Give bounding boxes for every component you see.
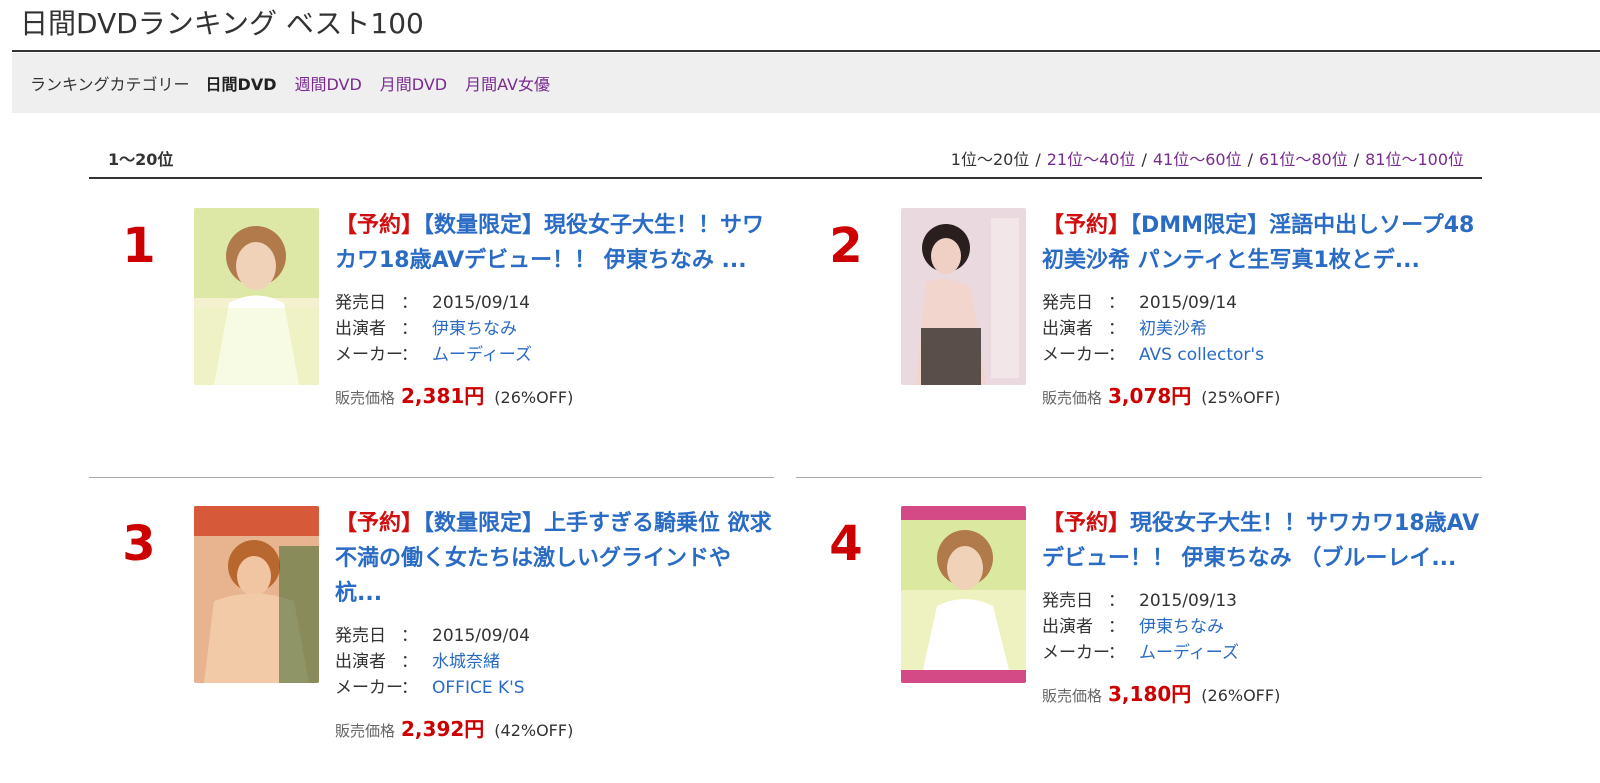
meta-colon: ： xyxy=(1108,617,1125,637)
release-label: 発売日 xyxy=(335,293,386,313)
meta-colon: ： xyxy=(1108,591,1125,611)
cast-link[interactable]: 初美沙希 xyxy=(1139,319,1207,339)
maker-label: メーカー xyxy=(1042,345,1110,365)
reserve-tag: 【予約】 xyxy=(335,213,424,238)
meta-colon: ： xyxy=(401,678,418,698)
category-link-monthly-av-actress[interactable]: 月間AV女優 xyxy=(465,71,550,95)
rank-number: 2 xyxy=(829,218,863,274)
release-date: 2015/09/04 xyxy=(432,626,530,646)
pager-link-21-40[interactable]: 21位〜40位 xyxy=(1047,150,1136,169)
price-label: 販売価格 xyxy=(335,389,396,407)
meta-colon: ： xyxy=(1108,319,1125,339)
product-meta: 発売日： 2015/09/14 出演者：伊東ちなみ メーカー： ムーディーズ xyxy=(335,290,775,368)
meta-colon: ： xyxy=(1108,293,1125,313)
price-row: 販売価格 3,180円 (26%OFF) xyxy=(1042,678,1482,707)
category-label: ランキングカテゴリー xyxy=(30,75,190,94)
maker-label: メーカー xyxy=(1042,643,1110,663)
cast-label: 出演者 xyxy=(335,652,386,672)
pager-current: 1位〜20位 xyxy=(950,150,1030,169)
range-title: 1〜20位 xyxy=(108,150,174,169)
rank-number: 3 xyxy=(122,516,156,572)
maker-label: メーカー xyxy=(335,678,403,698)
release-date: 2015/09/14 xyxy=(432,293,530,313)
range-divider xyxy=(89,177,1482,179)
product-meta: 発売日： 2015/09/13 出演者：伊東ちなみ メーカー： ムーディーズ xyxy=(1042,588,1482,666)
reserve-tag: 【予約】 xyxy=(1042,213,1131,238)
meta-colon: ： xyxy=(1108,345,1125,365)
price-row: 販売価格 2,392円 (42%OFF) xyxy=(335,713,775,742)
pager-link-81-100[interactable]: 81位〜100位 xyxy=(1365,150,1464,169)
cast-link[interactable]: 水城奈緒 xyxy=(432,652,500,672)
pager-separator: / xyxy=(1035,150,1041,169)
pager-separator: / xyxy=(1247,150,1253,169)
price-value: 2,392円 xyxy=(401,717,485,741)
product-cover-image xyxy=(901,208,1026,385)
product-thumbnail[interactable] xyxy=(901,506,1026,683)
price-value: 3,078円 xyxy=(1108,384,1192,408)
price-row: 販売価格 3,078円 (25%OFF) xyxy=(1042,380,1482,409)
product-meta: 発売日： 2015/09/14 出演者：初美沙希 メーカー： AVS collect… xyxy=(1042,290,1482,368)
pager-link-61-80[interactable]: 61位〜80位 xyxy=(1259,150,1348,169)
cast-label: 出演者 xyxy=(1042,617,1093,637)
price-label: 販売価格 xyxy=(335,722,396,740)
discount-badge: (26%OFF) xyxy=(494,388,574,407)
cast-link[interactable]: 伊東ちなみ xyxy=(1139,617,1224,637)
row-divider xyxy=(89,477,774,478)
maker-link[interactable]: ムーディーズ xyxy=(1139,643,1239,663)
release-date: 2015/09/14 xyxy=(1139,293,1237,313)
product-title-link[interactable]: 【予約】【DMM限定】淫語中出しソープ48 初美沙希 パンティと生写真1枚とデ.… xyxy=(1042,208,1482,278)
pager-separator: / xyxy=(1353,150,1360,169)
category-link-monthly-dvd[interactable]: 月間DVD xyxy=(380,71,447,95)
product-cover-image xyxy=(194,208,319,385)
maker-link[interactable]: AVS collector's xyxy=(1139,345,1264,365)
release-label: 発売日 xyxy=(1042,591,1093,611)
cast-label: 出演者 xyxy=(1042,319,1093,339)
discount-badge: (26%OFF) xyxy=(1201,686,1281,705)
release-label: 発売日 xyxy=(1042,293,1093,313)
price-row: 販売価格 2,381円 (26%OFF) xyxy=(335,380,775,409)
maker-label: メーカー xyxy=(335,345,403,365)
product-thumbnail[interactable] xyxy=(194,208,319,385)
price-value: 3,180円 xyxy=(1108,682,1192,706)
reserve-tag: 【予約】 xyxy=(1042,511,1131,536)
product-title-link[interactable]: 【予約】【数量限定】現役女子大生！！サワカワ18歳AVデビュー！！ 伊東ちなみ … xyxy=(335,208,775,278)
meta-colon: ： xyxy=(401,319,418,339)
meta-colon: ： xyxy=(401,345,418,365)
maker-link[interactable]: OFFICE K'S xyxy=(432,678,525,698)
price-label: 販売価格 xyxy=(1042,687,1103,705)
row-divider xyxy=(796,477,1482,478)
product-title-link[interactable]: 【予約】【数量限定】上手すぎる騎乗位 欲求不満の働く女たちは激しいグラインドや杭… xyxy=(335,506,775,611)
price-label: 販売価格 xyxy=(1042,389,1103,407)
pager-link-41-60[interactable]: 41位〜60位 xyxy=(1153,150,1242,169)
rank-number: 1 xyxy=(122,218,156,274)
product-cover-image xyxy=(194,506,319,683)
reserve-tag: 【予約】 xyxy=(335,511,424,536)
cast-label: 出演者 xyxy=(335,319,386,339)
price-value: 2,381円 xyxy=(401,384,485,408)
product-cover-image xyxy=(901,506,1026,683)
meta-colon: ： xyxy=(401,652,418,672)
discount-badge: (42%OFF) xyxy=(494,721,574,740)
meta-colon: ： xyxy=(401,293,418,313)
category-link-weekly-dvd[interactable]: 週間DVD xyxy=(294,71,361,95)
range-pager: 1位〜20位 / 21位〜40位 / 41位〜60位 / 61位〜80位 / 81位〜100位 xyxy=(951,146,1464,170)
maker-link[interactable]: ムーディーズ xyxy=(432,345,532,365)
product-thumbnail[interactable] xyxy=(901,208,1026,385)
pager-separator: / xyxy=(1141,150,1147,169)
release-date: 2015/09/13 xyxy=(1139,591,1237,611)
discount-badge: (25%OFF) xyxy=(1201,388,1281,407)
rank-number: 4 xyxy=(829,516,863,572)
product-title-link[interactable]: 【予約】現役女子大生！！サワカワ18歳AVデビュー！！ 伊東ちなみ （ブルーレイ… xyxy=(1042,506,1482,576)
title-divider xyxy=(12,50,1600,52)
release-label: 発売日 xyxy=(335,626,386,646)
product-thumbnail[interactable] xyxy=(194,506,319,683)
page-title: 日間DVDランキング ベスト100 xyxy=(20,7,424,40)
ranking-category-bar: ランキングカテゴリー 日間DVD 週間DVD 月間DVD 月間AV女優 xyxy=(12,53,1600,113)
category-current-daily-dvd: 日間DVD xyxy=(205,75,277,94)
product-meta: 発売日： 2015/09/04 出演者：水城奈緒 メーカー： OFFICE K'S xyxy=(335,623,775,701)
meta-colon: ： xyxy=(401,626,418,646)
cast-link[interactable]: 伊東ちなみ xyxy=(432,319,517,339)
meta-colon: ： xyxy=(1108,643,1125,663)
